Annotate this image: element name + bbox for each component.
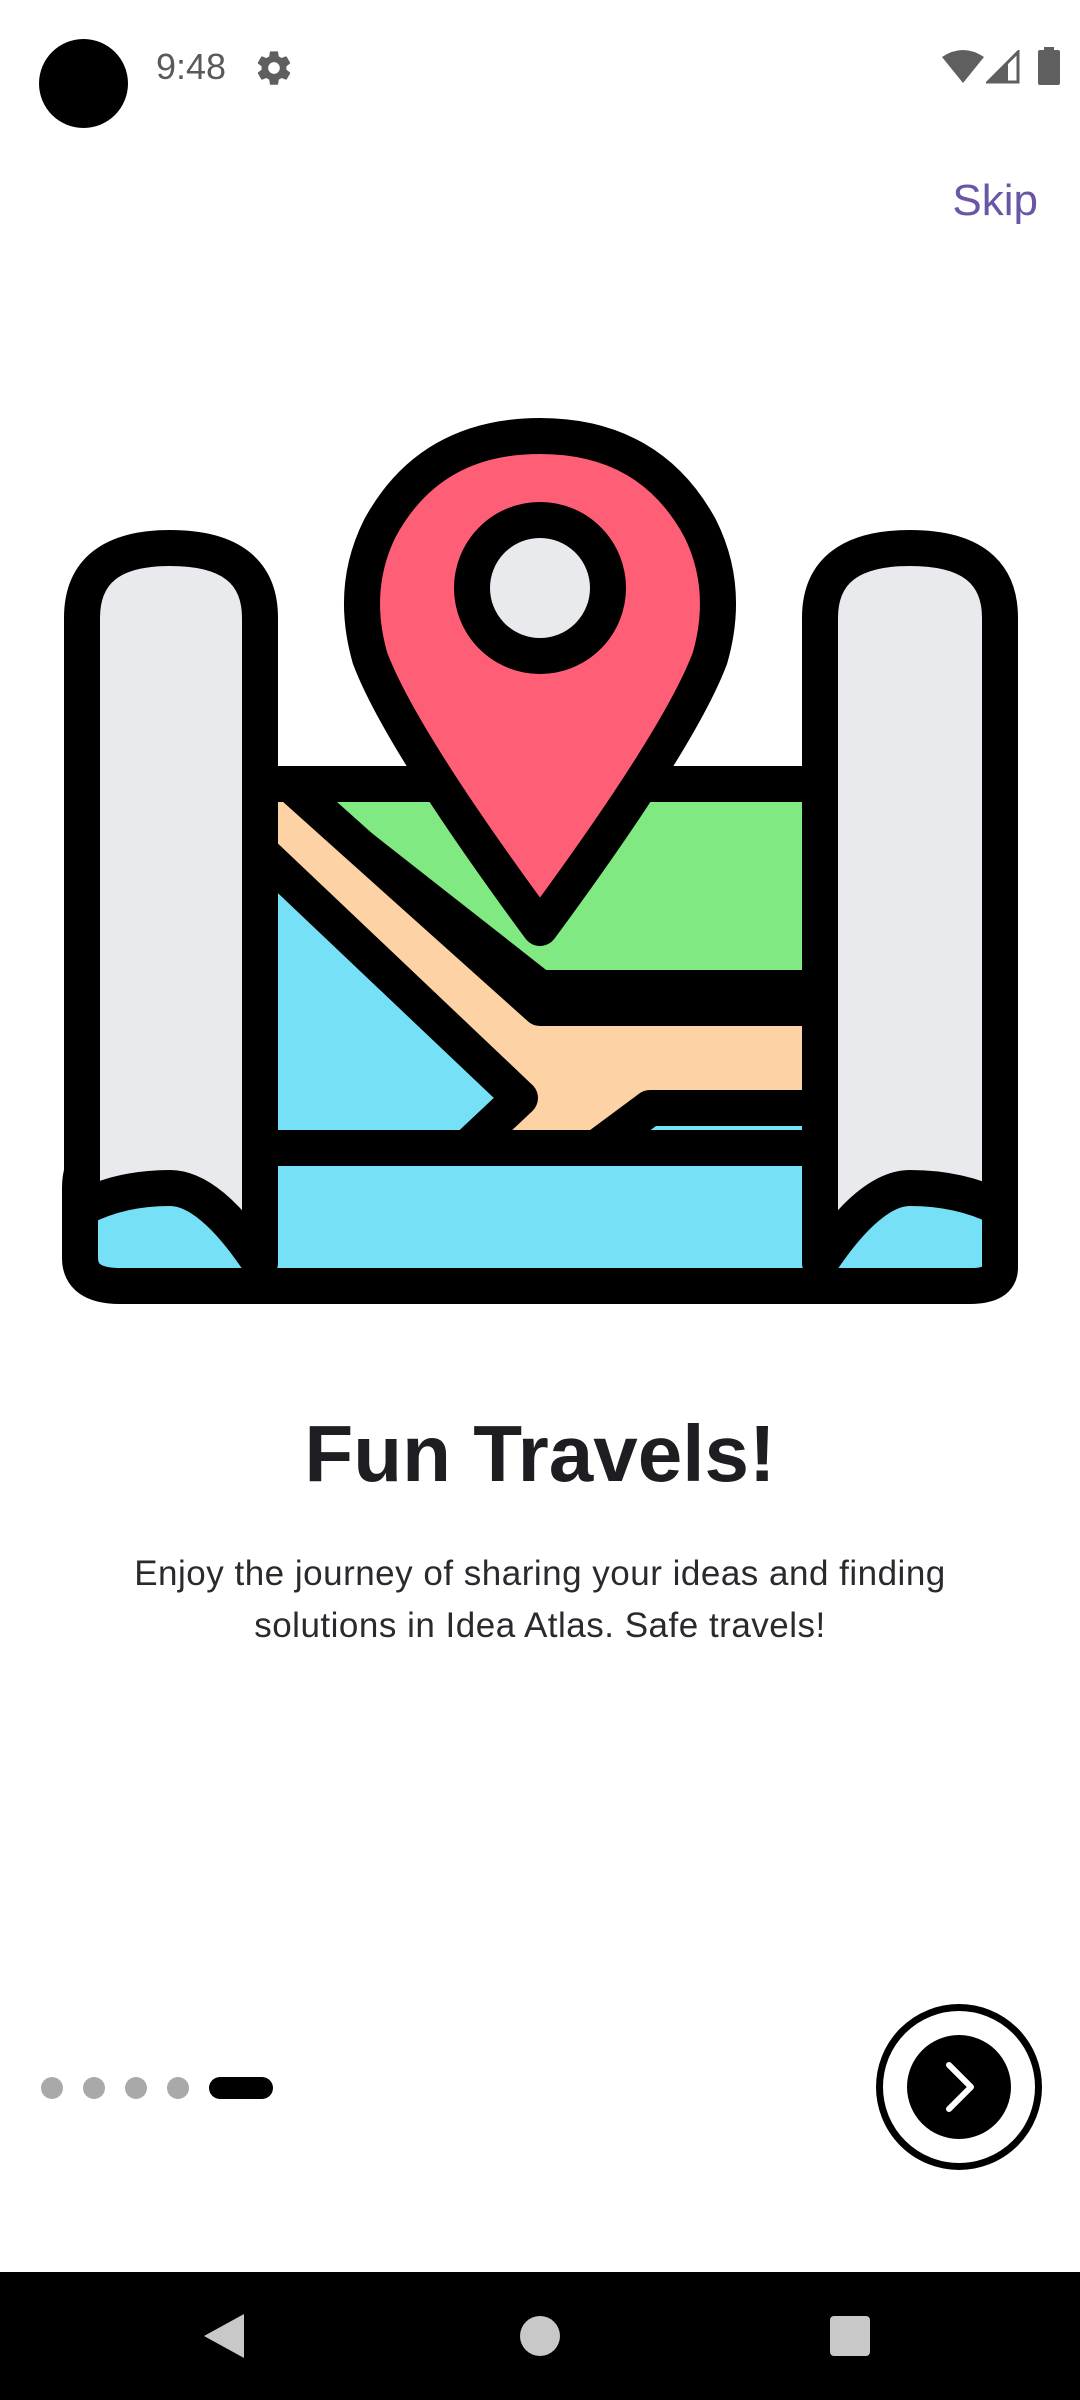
- description-text: Enjoy the journey of sharing your ideas …: [90, 1548, 990, 1652]
- skip-button[interactable]: Skip: [952, 176, 1038, 226]
- chevron-right-icon: [946, 2062, 974, 2112]
- signal-icon: [986, 50, 1020, 84]
- wifi-icon: [942, 50, 984, 83]
- battery-icon: [1038, 47, 1060, 85]
- onboarding-screen: 9:48 Skip Fun Travels! Enjoy the journey…: [0, 0, 1080, 2400]
- page-dot[interactable]: [41, 2077, 63, 2099]
- navigation-bar: [0, 2272, 1080, 2400]
- map-with-location-pin-icon: [62, 418, 1018, 1304]
- page-title: Fun Travels!: [304, 1409, 776, 1498]
- page-dot-active[interactable]: [209, 2077, 273, 2099]
- camera-cutout: [39, 39, 128, 128]
- next-button[interactable]: [876, 2004, 1042, 2170]
- status-bar: 9:48: [0, 0, 1080, 140]
- home-icon[interactable]: [520, 2316, 560, 2356]
- next-button-inner: [907, 2035, 1011, 2139]
- settings-icon: [257, 51, 291, 85]
- page-dot[interactable]: [167, 2077, 189, 2099]
- description-line: Enjoy the journey of sharing your ideas …: [134, 1554, 946, 1593]
- recents-icon[interactable]: [830, 2316, 870, 2356]
- page-dot[interactable]: [83, 2077, 105, 2099]
- page-dot[interactable]: [125, 2077, 147, 2099]
- status-time: 9:48: [156, 46, 227, 87]
- back-icon[interactable]: [204, 2312, 248, 2360]
- page-indicator: [41, 2077, 273, 2099]
- description-line: solutions in Idea Atlas. Safe travels!: [254, 1606, 826, 1645]
